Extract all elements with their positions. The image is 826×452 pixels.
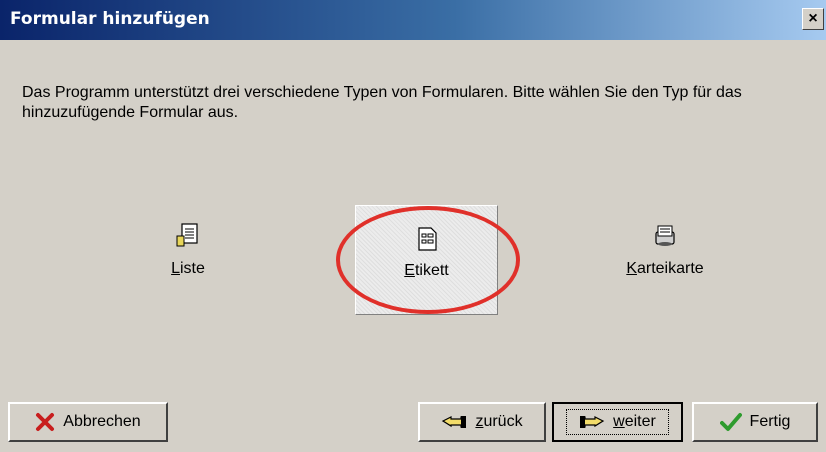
back-button[interactable]: zurück: [418, 402, 546, 442]
window-title: Formular hinzufügen: [10, 9, 210, 29]
cancel-button[interactable]: Abbrechen: [8, 402, 168, 442]
next-button-focus-ring: weiter: [566, 409, 669, 435]
type-label-karteikarte: Karteikarte: [626, 260, 704, 277]
type-option-etikett[interactable]: Etikett: [355, 205, 498, 315]
type-option-karteikarte[interactable]: Karteikarte: [590, 200, 740, 320]
hand-pointing-right-icon: [580, 416, 605, 428]
type-label-liste: Liste: [171, 260, 205, 277]
type-label-etikett: Etikett: [404, 262, 449, 279]
card-file-icon: [655, 225, 675, 246]
finish-button-label: Fertig: [749, 413, 791, 430]
title-bar: Formular hinzufügen ×: [0, 0, 826, 40]
label-document-icon: [417, 227, 437, 251]
red-x-icon: [36, 413, 55, 431]
cancel-button-label: Abbrechen: [63, 413, 141, 430]
list-document-icon: [176, 223, 198, 247]
hand-pointing-left-icon: [442, 416, 467, 428]
next-button-label: weiter: [613, 413, 656, 430]
finish-button[interactable]: Fertig: [692, 402, 818, 442]
close-button[interactable]: ×: [802, 8, 824, 30]
close-icon: ×: [808, 10, 818, 27]
description-text: Das Programm unterstützt drei verschiede…: [22, 84, 742, 121]
type-option-liste[interactable]: Liste: [113, 200, 263, 320]
back-button-label: zurück: [475, 413, 523, 430]
green-check-icon: [719, 413, 742, 431]
next-button[interactable]: weiter: [552, 402, 683, 442]
